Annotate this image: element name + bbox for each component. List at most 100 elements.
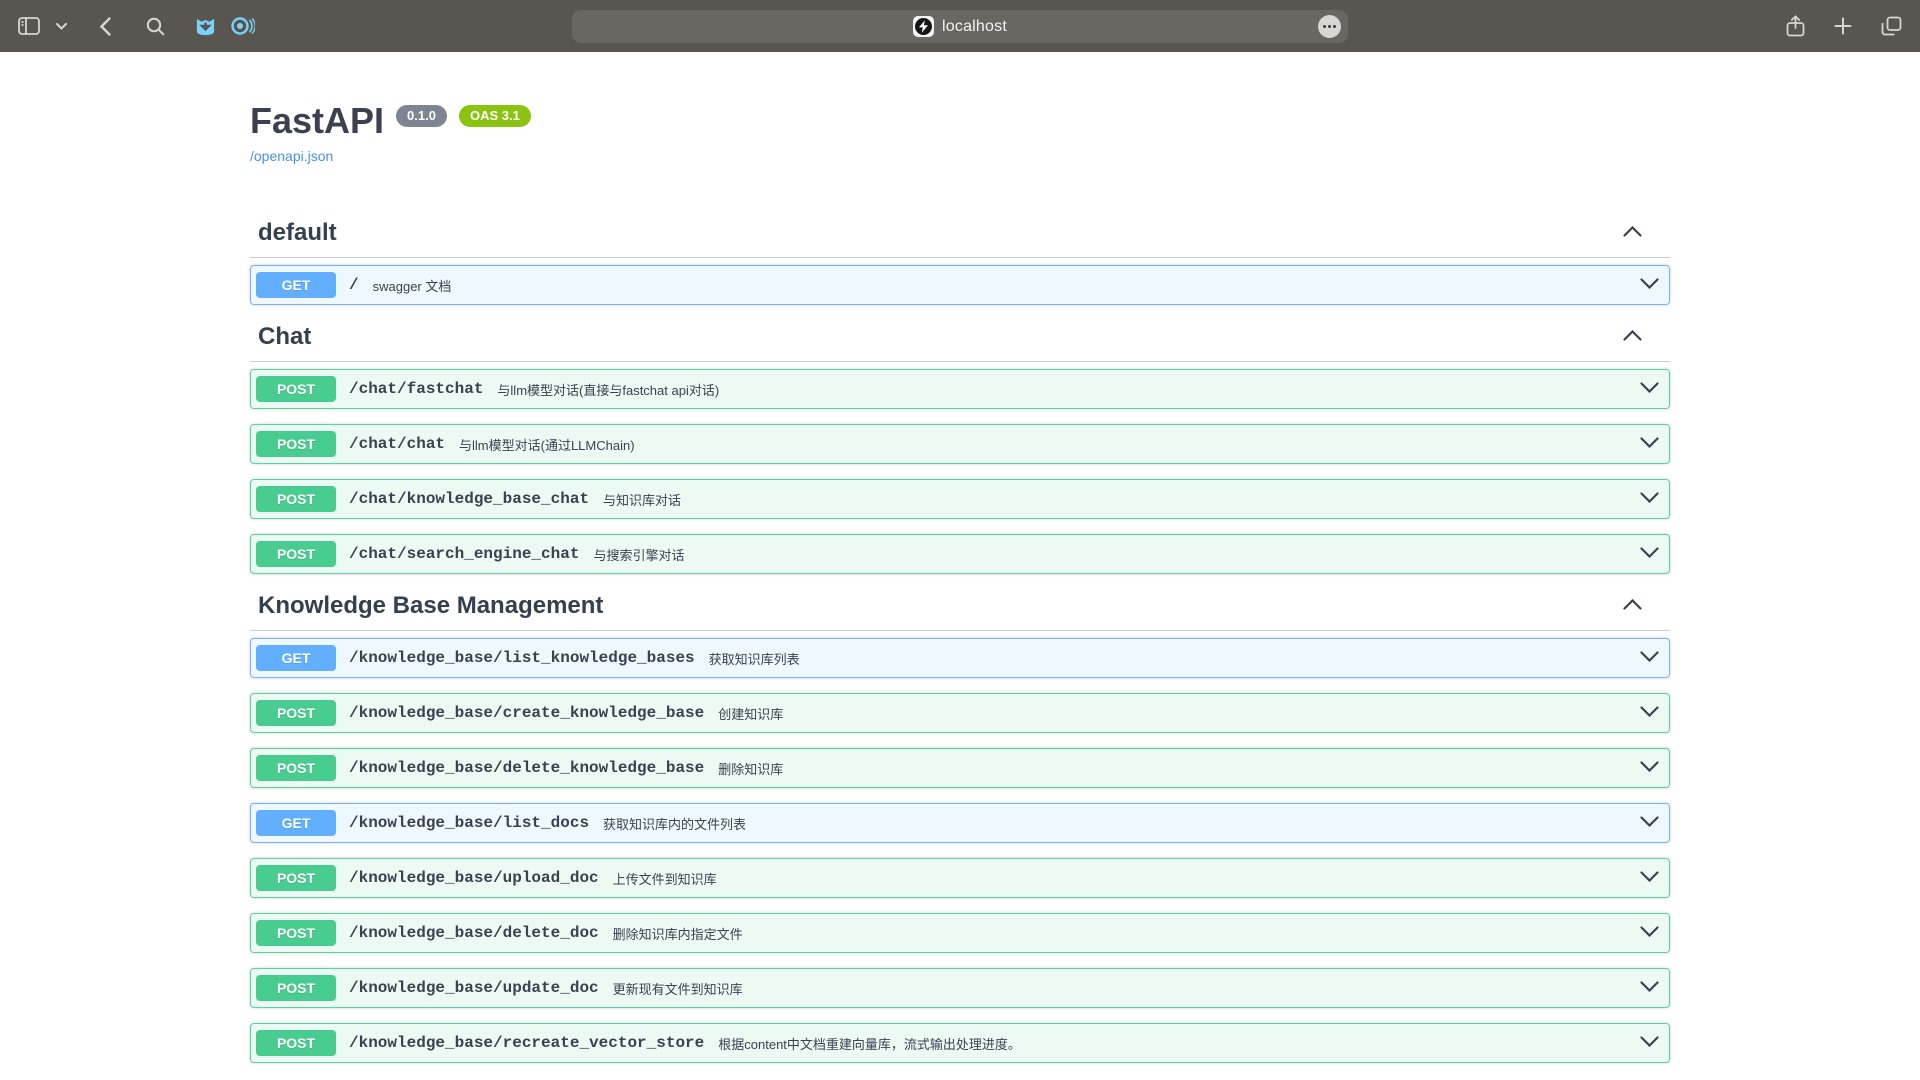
openapi-spec-link[interactable]: /openapi.json <box>250 148 333 164</box>
endpoint-row[interactable]: POST /knowledge_base/upload_doc 上传文件到知识库 <box>250 858 1670 898</box>
method-badge[interactable]: POST <box>256 755 336 781</box>
chevron-down-icon[interactable] <box>52 11 70 41</box>
oas-badge: OAS 3.1 <box>459 105 531 127</box>
endpoint-row[interactable]: POST /knowledge_base/delete_knowledge_ba… <box>250 748 1670 788</box>
chevron-down-icon[interactable] <box>1640 759 1659 777</box>
endpoint-path: /knowledge_base/create_knowledge_base <box>349 704 704 722</box>
endpoint-path: /chat/chat <box>349 435 445 453</box>
endpoint-sections: default GET / swagger 文档 Chat <box>250 166 1670 1063</box>
endpoint-summary: 与llm模型对话(直接与fastchat api对话) <box>497 380 719 399</box>
endpoint-summary: 更新现有文件到知识库 <box>613 979 743 998</box>
chevron-down-icon[interactable] <box>1640 490 1659 508</box>
chevron-down-icon[interactable] <box>1640 380 1659 398</box>
tabs-overview-icon[interactable] <box>1876 11 1906 41</box>
chevron-up-icon[interactable] <box>1623 328 1642 346</box>
search-icon[interactable] <box>140 11 170 41</box>
chevron-down-icon[interactable] <box>1640 924 1659 942</box>
method-badge[interactable]: POST <box>256 431 336 457</box>
rings-extension-icon[interactable] <box>228 11 258 41</box>
share-icon[interactable] <box>1780 11 1810 41</box>
endpoint-summary: 与llm模型对话(通过LLMChain) <box>459 435 635 454</box>
endpoint-row[interactable]: POST /knowledge_base/create_knowledge_ba… <box>250 693 1670 733</box>
method-badge[interactable]: GET <box>256 810 336 836</box>
page-options-icon[interactable] <box>1318 15 1341 38</box>
endpoint-summary: 创建知识库 <box>718 704 783 723</box>
endpoint-row[interactable]: GET /knowledge_base/list_knowledge_bases… <box>250 638 1670 678</box>
endpoint-row[interactable]: POST /chat/search_engine_chat 与搜索引擎对话 <box>250 534 1670 574</box>
endpoint-summary: 与知识库对话 <box>603 490 681 509</box>
swagger-page: FastAPI 0.1.0 OAS 3.1 /openapi.json defa… <box>0 52 1920 1080</box>
chevron-down-icon[interactable] <box>1640 545 1659 563</box>
endpoint-row[interactable]: POST /chat/chat 与llm模型对话(通过LLMChain) <box>250 424 1670 464</box>
section-title: default <box>258 216 337 250</box>
address-bar[interactable]: localhost <box>572 10 1348 43</box>
method-badge[interactable]: POST <box>256 486 336 512</box>
endpoint-row[interactable]: POST /knowledge_base/recreate_vector_sto… <box>250 1023 1670 1063</box>
method-badge[interactable]: POST <box>256 1030 336 1056</box>
api-section-knowledge-base-management: Knowledge Base Management GET /knowledge… <box>250 589 1670 1063</box>
chevron-down-icon[interactable] <box>1640 1034 1659 1052</box>
chevron-down-icon[interactable] <box>1640 649 1659 667</box>
endpoint-summary: 根据content中文档重建向量库，流式输出处理进度。 <box>718 1034 1021 1053</box>
endpoint-row[interactable]: POST /chat/knowledge_base_chat 与知识库对话 <box>250 479 1670 519</box>
section-rows: GET /knowledge_base/list_knowledge_bases… <box>250 638 1670 1063</box>
endpoint-row[interactable]: POST /chat/fastchat 与llm模型对话(直接与fastchat… <box>250 369 1670 409</box>
download-extension-icon[interactable] <box>190 11 220 41</box>
chevron-up-icon[interactable] <box>1623 597 1642 615</box>
endpoint-summary: 获取知识库列表 <box>709 649 800 668</box>
chevron-down-icon[interactable] <box>1640 276 1659 294</box>
chevron-down-icon[interactable] <box>1640 435 1659 453</box>
browser-toolbar: localhost <box>0 0 1920 52</box>
endpoint-row[interactable]: POST /knowledge_base/update_doc 更新现有文件到知… <box>250 968 1670 1008</box>
section-header[interactable]: Chat <box>250 320 1670 362</box>
endpoint-row[interactable]: GET / swagger 文档 <box>250 265 1670 305</box>
method-badge[interactable]: POST <box>256 920 336 946</box>
chevron-down-icon[interactable] <box>1640 869 1659 887</box>
endpoint-path: /knowledge_base/recreate_vector_store <box>349 1034 704 1052</box>
endpoint-path: /chat/fastchat <box>349 380 483 398</box>
endpoint-path: /knowledge_base/delete_knowledge_base <box>349 759 704 777</box>
chevron-up-icon[interactable] <box>1623 224 1642 242</box>
toolbar-left-group <box>14 11 258 41</box>
endpoint-row[interactable]: GET /knowledge_base/list_docs 获取知识库内的文件列… <box>250 803 1670 843</box>
section-header[interactable]: Knowledge Base Management <box>250 589 1670 631</box>
endpoint-row[interactable]: POST /knowledge_base/delete_doc 删除知识库内指定… <box>250 913 1670 953</box>
new-tab-icon[interactable] <box>1828 11 1858 41</box>
url-text: localhost <box>942 18 1007 36</box>
api-section-default: default GET / swagger 文档 <box>250 216 1670 305</box>
api-section-chat: Chat POST /chat/fastchat 与llm模型对话(直接与fas… <box>250 320 1670 574</box>
chevron-down-icon[interactable] <box>1640 979 1659 997</box>
endpoint-summary: swagger 文档 <box>373 276 452 295</box>
endpoint-path: /chat/search_engine_chat <box>349 545 579 563</box>
endpoint-path: /knowledge_base/list_docs <box>349 814 589 832</box>
endpoint-summary: 与搜索引擎对话 <box>593 545 684 564</box>
method-badge[interactable]: POST <box>256 865 336 891</box>
section-rows: GET / swagger 文档 <box>250 265 1670 305</box>
endpoint-summary: 删除知识库 <box>718 759 783 778</box>
method-badge[interactable]: POST <box>256 376 336 402</box>
section-title: Chat <box>258 320 311 354</box>
method-badge[interactable]: GET <box>256 645 336 671</box>
endpoint-summary: 上传文件到知识库 <box>613 869 717 888</box>
chevron-down-icon[interactable] <box>1640 704 1659 722</box>
section-header[interactable]: default <box>250 216 1670 258</box>
endpoint-path: /knowledge_base/list_knowledge_bases <box>349 649 695 667</box>
back-icon[interactable] <box>90 11 120 41</box>
endpoint-summary: 删除知识库内指定文件 <box>613 924 743 943</box>
toolbar-right-group <box>1780 0 1906 52</box>
chevron-down-icon[interactable] <box>1640 814 1659 832</box>
method-badge[interactable]: POST <box>256 700 336 726</box>
method-badge[interactable]: POST <box>256 975 336 1001</box>
endpoint-path: /chat/knowledge_base_chat <box>349 490 589 508</box>
fastapi-favicon <box>913 16 934 37</box>
sidebar-icon[interactable] <box>14 11 44 41</box>
endpoint-summary: 获取知识库内的文件列表 <box>603 814 746 833</box>
method-badge[interactable]: GET <box>256 272 336 298</box>
version-badge: 0.1.0 <box>396 105 447 127</box>
section-title: Knowledge Base Management <box>258 589 603 623</box>
endpoint-path: /knowledge_base/delete_doc <box>349 924 599 942</box>
endpoint-path: /knowledge_base/update_doc <box>349 979 599 997</box>
method-badge[interactable]: POST <box>256 541 336 567</box>
page-title: FastAPI <box>250 100 384 141</box>
api-info: FastAPI 0.1.0 OAS 3.1 /openapi.json <box>250 52 1670 166</box>
